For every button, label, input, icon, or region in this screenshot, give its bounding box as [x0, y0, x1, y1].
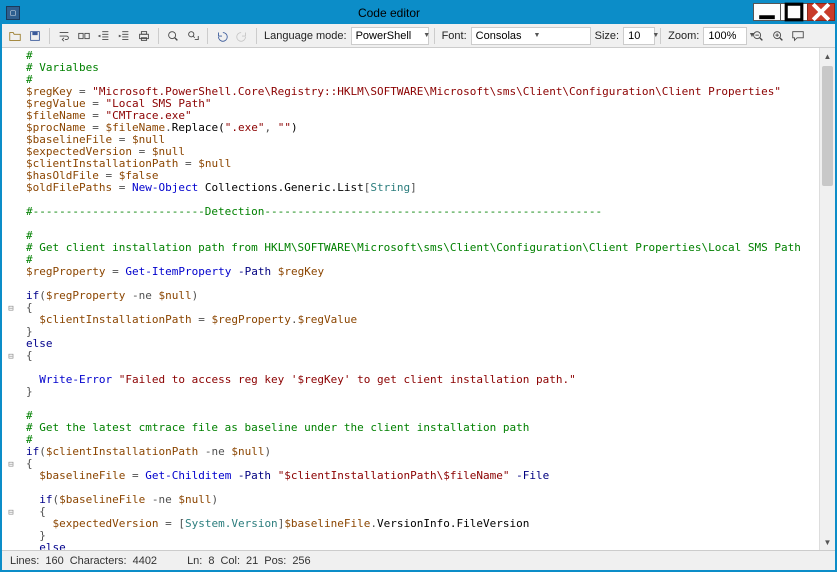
undo-icon[interactable]: [213, 27, 231, 45]
scroll-down-icon[interactable]: ▼: [820, 534, 835, 550]
scroll-up-icon[interactable]: ▲: [820, 48, 835, 64]
replace-icon[interactable]: [184, 27, 202, 45]
app-icon: ▢: [6, 6, 20, 20]
status-pos-value: 256: [292, 555, 310, 567]
status-chars-value: 4402: [133, 555, 157, 567]
fold-gutter[interactable]: ⊟⊟⊟⊟⊟⊟: [2, 48, 20, 550]
toolbar-separator: [256, 28, 257, 44]
language-mode-dropdown[interactable]: PowerShell▼: [351, 27, 429, 45]
chevron-down-icon: ▼: [652, 32, 659, 39]
minimize-button[interactable]: [753, 3, 781, 21]
status-chars-label: Characters:: [70, 555, 127, 567]
status-pos-label: Pos:: [264, 555, 286, 567]
toolbar-separator: [660, 28, 661, 44]
save-icon[interactable]: [26, 27, 44, 45]
redo-icon[interactable]: [233, 27, 251, 45]
status-lines-value: 160: [45, 555, 63, 567]
status-lines-label: Lines:: [10, 555, 39, 567]
print-icon[interactable]: [135, 27, 153, 45]
chevron-down-icon: ▼: [423, 32, 430, 39]
status-col-value: 21: [246, 555, 258, 567]
vertical-scrollbar[interactable]: ▲ ▼: [819, 48, 835, 550]
comment-icon[interactable]: [789, 27, 807, 45]
scroll-thumb[interactable]: [822, 66, 833, 186]
font-label: Font:: [442, 30, 467, 42]
toggle-wrap-icon[interactable]: [55, 27, 73, 45]
size-label: Size:: [595, 30, 619, 42]
toolbar-separator: [49, 28, 50, 44]
toolbar-separator: [434, 28, 435, 44]
toolbar: Language mode: PowerShell▼ Font: Consola…: [2, 24, 835, 48]
zoom-out-icon[interactable]: [749, 27, 767, 45]
zoom-in-icon[interactable]: [769, 27, 787, 45]
toolbar-separator: [207, 28, 208, 44]
toggle-whitespace-icon[interactable]: [75, 27, 93, 45]
zoom-label: Zoom:: [668, 30, 699, 42]
editor-area[interactable]: ⊟⊟⊟⊟⊟⊟ ## Varialbes#$regKey = "Microsoft…: [2, 48, 835, 550]
find-icon[interactable]: [164, 27, 182, 45]
outdent-icon[interactable]: [95, 27, 113, 45]
open-file-icon[interactable]: [6, 27, 24, 45]
chevron-down-icon: ▼: [534, 32, 541, 39]
title-bar: ▢ Code editor: [2, 2, 835, 24]
status-ln-label: Ln:: [187, 555, 202, 567]
font-dropdown[interactable]: Consolas▼: [471, 27, 591, 45]
close-button[interactable]: [807, 3, 835, 21]
status-bar: Lines: 160 Characters: 4402 Ln: 8 Col: 2…: [2, 550, 835, 570]
window-title: Code editor: [24, 6, 754, 20]
toolbar-separator: [158, 28, 159, 44]
status-ln-value: 8: [208, 555, 214, 567]
zoom-dropdown[interactable]: 100%▼: [703, 27, 747, 45]
indent-icon[interactable]: [115, 27, 133, 45]
maximize-button[interactable]: [780, 3, 808, 21]
language-mode-label: Language mode:: [264, 30, 347, 42]
status-col-label: Col:: [220, 555, 240, 567]
size-dropdown[interactable]: 10▼: [623, 27, 655, 45]
code-content[interactable]: ## Varialbes#$regKey = "Microsoft.PowerS…: [20, 48, 819, 550]
